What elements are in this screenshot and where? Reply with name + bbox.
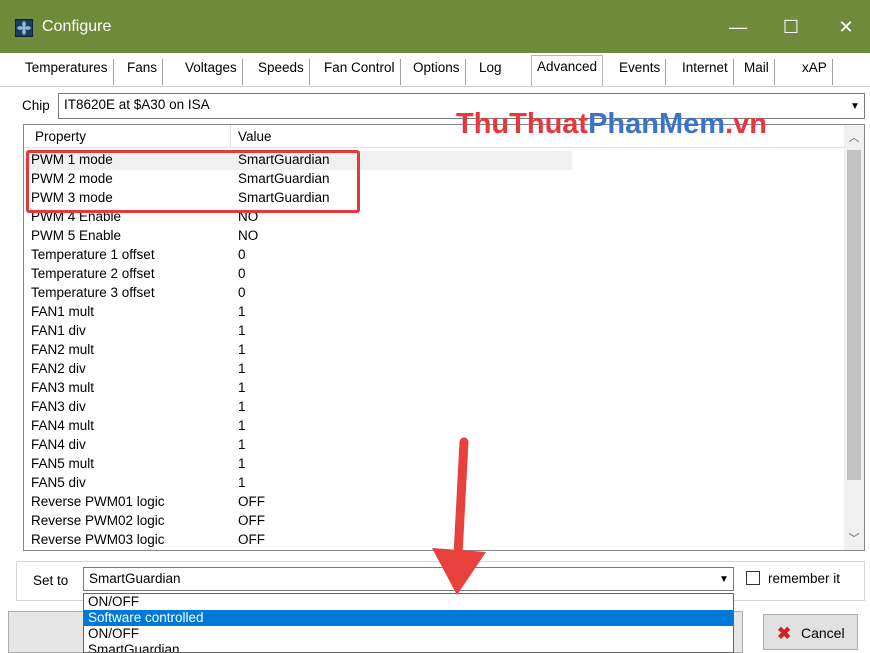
tab-speeds[interactable]: Speeds xyxy=(253,59,310,85)
cancel-label: Cancel xyxy=(801,625,845,641)
table-row[interactable]: FAN1 mult 1 xyxy=(24,303,844,322)
set-to-label: Set to xyxy=(33,573,69,588)
property-cell: FAN1 mult xyxy=(31,304,95,319)
cancel-x-icon: ✖ xyxy=(777,624,792,643)
dropdown-option[interactable]: SmartGuardian xyxy=(84,642,733,652)
value-cell: 1 xyxy=(238,456,246,471)
property-cell: Temperature 3 offset xyxy=(31,285,155,300)
table-row[interactable]: FAN1 div 1 xyxy=(24,322,844,341)
property-cell: FAN3 div xyxy=(31,399,86,414)
table-row[interactable]: Temperature 3 offset 0 xyxy=(24,284,844,303)
close-button[interactable]: ✕ xyxy=(826,10,866,44)
title-bar: Configure — ☐ ✕ xyxy=(0,0,870,53)
property-cell: Temperature 1 offset xyxy=(31,247,155,262)
fan-app-icon xyxy=(15,19,33,37)
chip-label: Chip xyxy=(22,98,50,113)
watermark: ThuThuatPhanMem.vn xyxy=(456,108,767,140)
tab-fan-control[interactable]: Fan Control xyxy=(319,59,401,85)
value-cell: 1 xyxy=(238,342,246,357)
tab-xap[interactable]: xAP xyxy=(797,59,833,85)
value-cell: 0 xyxy=(238,285,246,300)
table-row[interactable]: FAN3 mult 1 xyxy=(24,379,844,398)
tab-bar: Temperatures Fans Voltages Speeds Fan Co… xyxy=(0,53,870,87)
value-cell: 0 xyxy=(238,266,246,281)
table-row[interactable]: Temperature 2 offset 0 xyxy=(24,265,844,284)
property-cell: FAN2 mult xyxy=(31,342,95,357)
tab-events[interactable]: Events xyxy=(614,59,667,85)
table-row[interactable]: Temperature 1 offset 0 xyxy=(24,246,844,265)
tab-internet[interactable]: Internet xyxy=(677,59,734,85)
table-row[interactable]: PWM 5 Enable NO xyxy=(24,227,844,246)
table-row[interactable]: FAN2 div 1 xyxy=(24,360,844,379)
tab-voltages[interactable]: Voltages xyxy=(180,59,243,85)
set-to-value: SmartGuardian xyxy=(89,571,181,586)
scroll-down-icon[interactable]: ﹀ xyxy=(844,528,864,548)
value-cell: 1 xyxy=(238,361,246,376)
value-cell: 1 xyxy=(238,323,246,338)
property-cell: FAN5 div xyxy=(31,475,86,490)
dropdown-option[interactable]: ON/OFF xyxy=(84,594,733,610)
property-cell: Temperature 2 offset xyxy=(31,266,155,281)
table-row[interactable]: FAN3 div 1 xyxy=(24,398,844,417)
tab-options[interactable]: Options xyxy=(408,59,466,85)
maximize-button[interactable]: ☐ xyxy=(771,10,811,44)
property-cell: PWM 5 Enable xyxy=(31,228,122,243)
scrollbar-thumb[interactable] xyxy=(847,150,861,480)
window-title: Configure xyxy=(42,18,112,35)
tab-log[interactable]: Log xyxy=(474,59,507,85)
annotation-arrow-icon xyxy=(432,437,486,595)
value-cell: OFF xyxy=(238,532,265,547)
chip-value: IT8620E at $A30 on ISA xyxy=(64,97,210,112)
cancel-button[interactable]: ✖ Cancel xyxy=(763,614,858,650)
chevron-down-icon[interactable]: ▼ xyxy=(846,94,864,118)
property-cell: FAN2 div xyxy=(31,361,86,376)
set-to-select[interactable]: SmartGuardian ▼ xyxy=(83,567,734,591)
property-cell: FAN1 div xyxy=(31,323,86,338)
remember-label[interactable]: remember it xyxy=(768,571,840,586)
value-cell: 0 xyxy=(238,247,246,262)
dropdown-option[interactable]: ON/OFF xyxy=(84,626,733,642)
highlight-annotation xyxy=(26,150,360,213)
chevron-down-icon[interactable]: ▼ xyxy=(715,568,733,590)
value-cell: 1 xyxy=(238,380,246,395)
value-cell: 1 xyxy=(238,399,246,414)
value-cell: NO xyxy=(238,228,259,243)
column-header-value[interactable]: Value xyxy=(238,129,272,144)
remember-checkbox[interactable] xyxy=(746,571,760,585)
table-row[interactable]: FAN2 mult 1 xyxy=(24,341,844,360)
tab-fans[interactable]: Fans xyxy=(122,59,164,85)
tab-advanced[interactable]: Advanced xyxy=(531,55,604,86)
minimize-button[interactable]: — xyxy=(718,10,758,44)
column-header-property[interactable]: Property xyxy=(35,129,86,144)
tab-temperatures[interactable]: Temperatures xyxy=(20,59,114,85)
property-cell: FAN4 div xyxy=(31,437,86,452)
property-cell: Reverse PWM01 logic xyxy=(31,494,165,509)
value-cell: OFF xyxy=(238,494,265,509)
property-cell: FAN5 mult xyxy=(31,456,95,471)
scroll-up-icon[interactable]: ︿ xyxy=(844,127,864,147)
tab-mail[interactable]: Mail xyxy=(739,59,775,85)
value-cell: OFF xyxy=(238,513,265,528)
property-cell: Reverse PWM02 logic xyxy=(31,513,165,528)
value-cell: 1 xyxy=(238,475,246,490)
dropdown-option-selected[interactable]: Software controlled xyxy=(84,610,733,626)
value-cell: 1 xyxy=(238,418,246,433)
column-divider[interactable] xyxy=(230,125,231,147)
value-cell: 1 xyxy=(238,304,246,319)
set-to-dropdown-list[interactable]: ON/OFF Software controlled ON/OFF SmartG… xyxy=(83,593,734,653)
value-cell: 1 xyxy=(238,437,246,452)
vertical-scrollbar[interactable]: ︿ ﹀ xyxy=(844,125,864,550)
property-cell: Reverse PWM03 logic xyxy=(31,532,165,547)
property-cell: FAN4 mult xyxy=(31,418,95,433)
property-cell: FAN3 mult xyxy=(31,380,95,395)
